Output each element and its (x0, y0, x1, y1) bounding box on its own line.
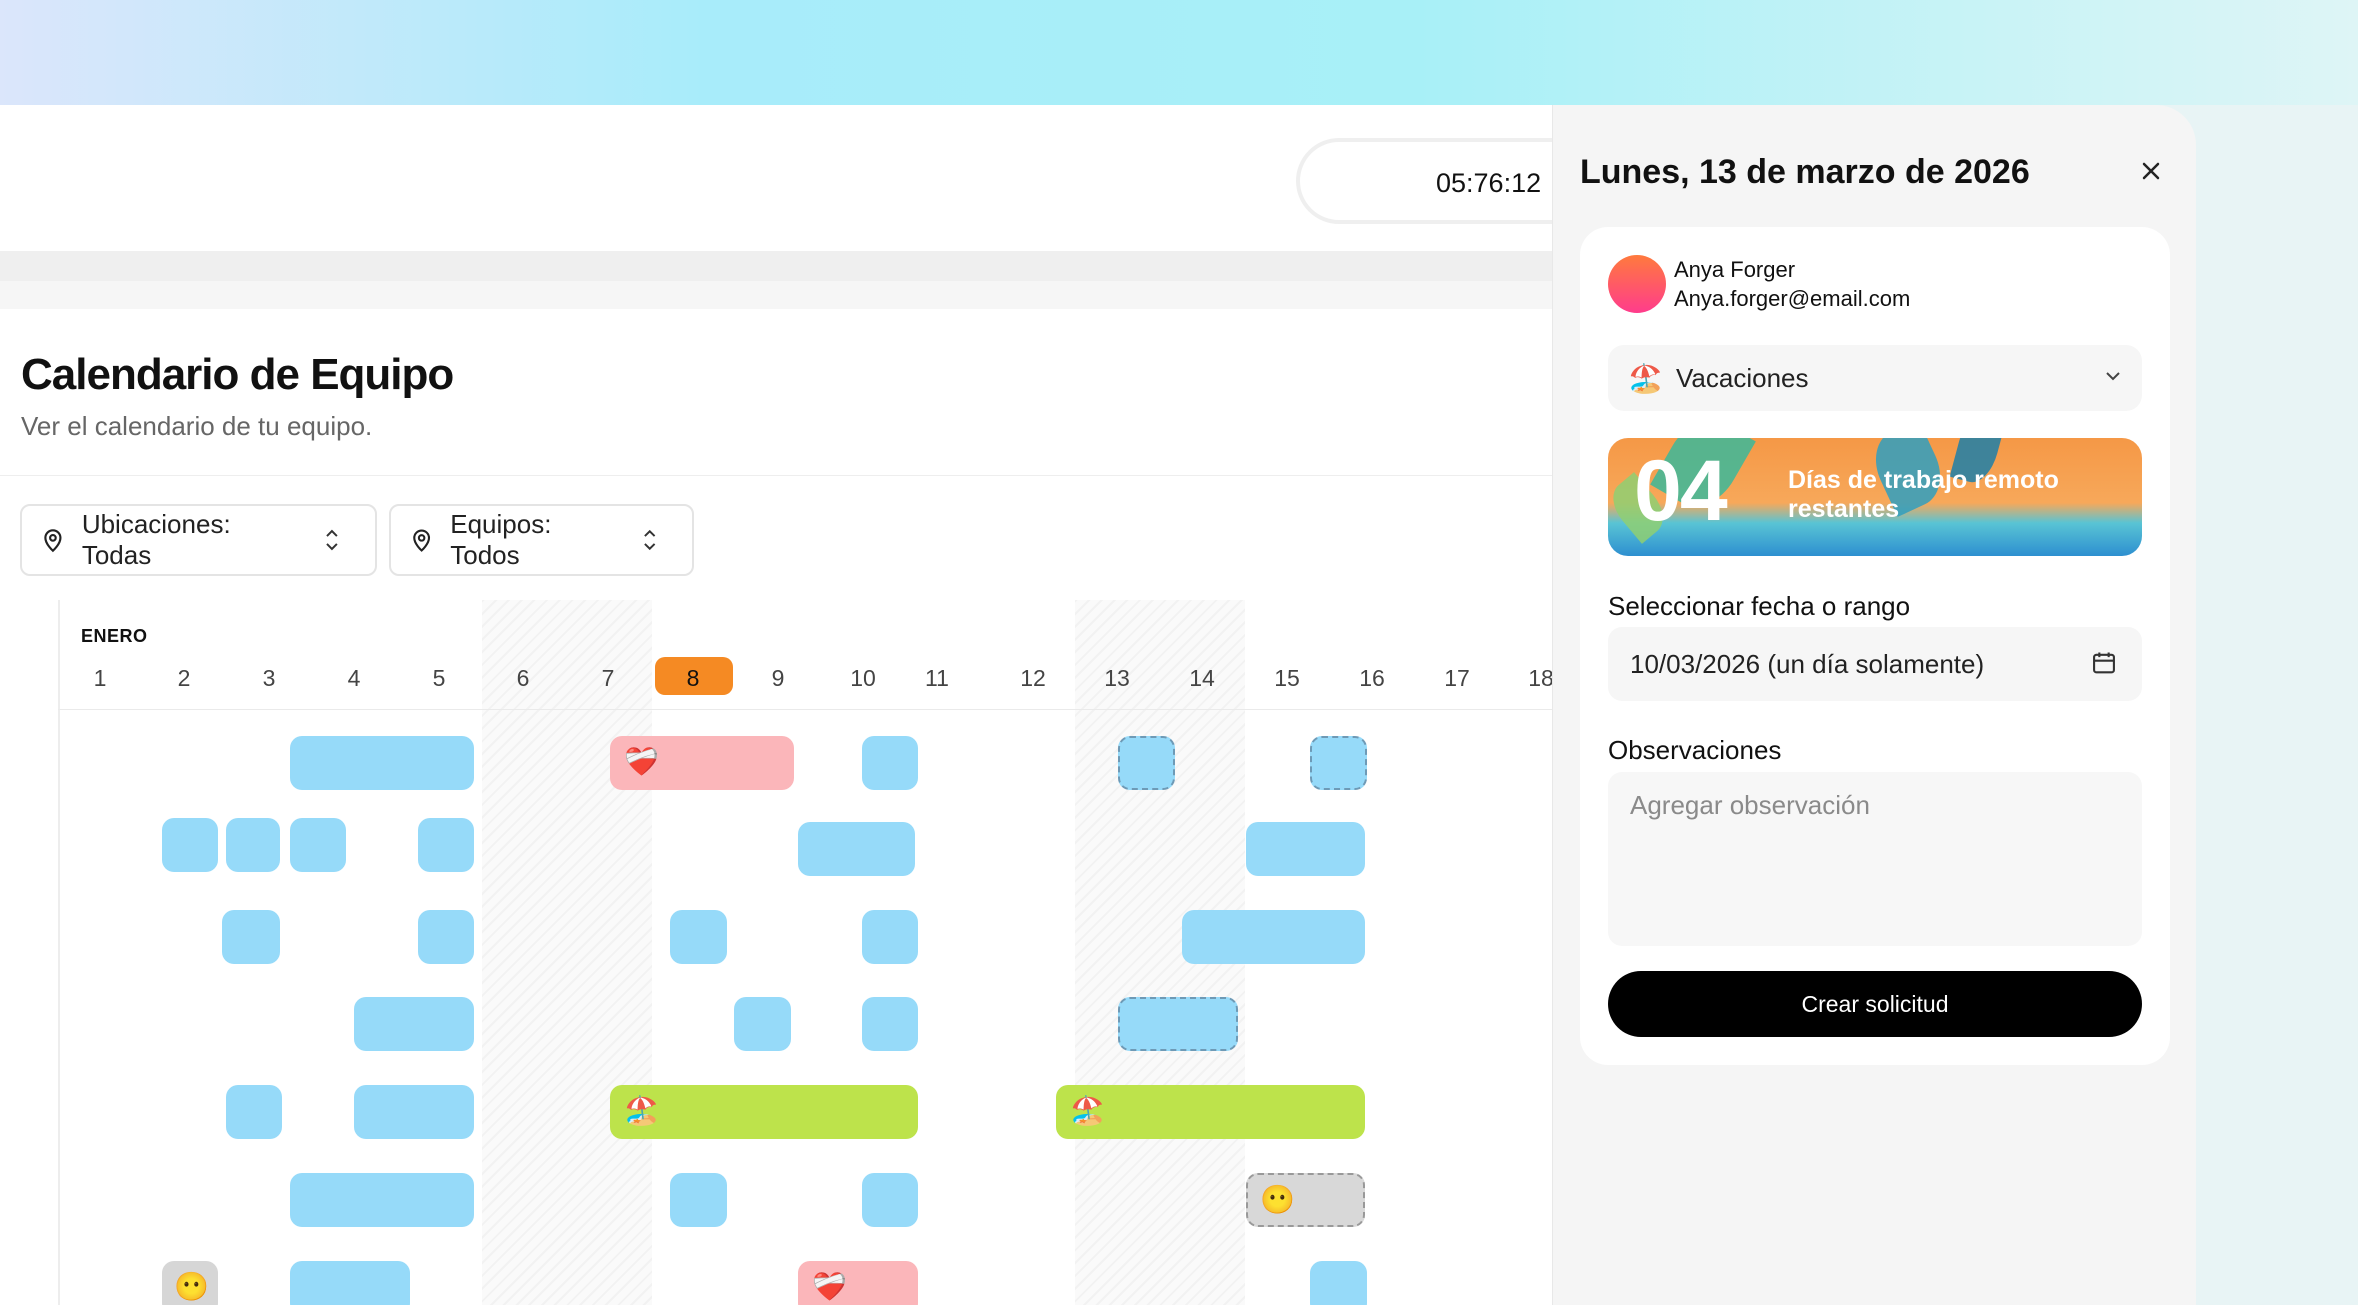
vacation-emoji: 🏖️ (624, 1095, 659, 1126)
absence-type-value: Vacaciones (1676, 363, 1809, 393)
event-remote[interactable] (862, 910, 918, 964)
event-remote[interactable] (862, 1173, 918, 1227)
vacation-emoji: 🏖️ (1070, 1095, 1105, 1126)
day-number: 11 (925, 665, 949, 691)
event-remote[interactable] (290, 1261, 410, 1305)
panel-date-title: Lunes, 13 de marzo de 2026 (1580, 153, 2030, 191)
day-number: 15 (1274, 665, 1300, 691)
chevron-down-icon (2106, 372, 2120, 381)
close-icon[interactable] (2137, 157, 2165, 185)
page-title: Calendario de Equipo (21, 350, 454, 399)
event-remote[interactable] (1310, 1261, 1367, 1305)
teams-filter[interactable]: Equipos: Todos (389, 504, 694, 576)
remote-days-count: 04 (1634, 443, 1728, 539)
event-remote[interactable] (418, 910, 474, 964)
event-sick[interactable]: ❤️‍🩹 (610, 736, 794, 790)
event-remote[interactable] (1246, 822, 1365, 876)
event-other[interactable]: 😶 (1246, 1173, 1365, 1227)
event-remote[interactable] (290, 736, 474, 790)
day-number: 13 (1104, 665, 1130, 691)
event-other[interactable]: 😶 (162, 1261, 218, 1305)
event-remote[interactable] (798, 822, 915, 876)
event-remote[interactable] (354, 1085, 474, 1139)
user-name: Anya Forger (1674, 257, 1796, 282)
locations-filter[interactable]: Ubicaciones: Todas (20, 504, 377, 576)
neutral-emoji: 😶 (1260, 1184, 1295, 1215)
event-remote[interactable] (670, 910, 727, 964)
day-number: 7 (601, 665, 615, 691)
top-bar: 05:76:12 (0, 105, 1552, 251)
day-number: 2 (177, 665, 191, 691)
event-remote[interactable] (290, 818, 346, 872)
avatar (1608, 255, 1666, 313)
user-email: Anya.forger@email.com (1674, 286, 1911, 311)
day-number: 5 (432, 665, 446, 691)
create-request-button[interactable]: Crear solicitud (1608, 971, 2142, 1037)
weekend-shade (482, 600, 652, 1305)
calendar-left-border (58, 600, 60, 1305)
remote-days-banner: 04 Días de trabajo remoto restantes (1608, 438, 2142, 556)
event-remote[interactable] (1182, 910, 1365, 964)
chevron-updown-icon (643, 529, 655, 551)
day-number: 17 (1444, 665, 1470, 691)
day-number: 10 (850, 665, 876, 691)
day-number: 1 (93, 665, 107, 691)
teams-filter-label: Equipos: Todos (450, 509, 552, 570)
day-number: 9 (771, 665, 785, 691)
event-pending[interactable] (1118, 997, 1238, 1051)
date-range-field[interactable]: 10/03/2026 (un día solamente) (1608, 627, 2142, 701)
event-remote[interactable] (226, 1085, 282, 1139)
timer-pill[interactable]: 05:76:12 (1296, 138, 1552, 224)
event-remote[interactable] (862, 736, 918, 790)
page-subtitle: Ver el calendario de tu equipo. (21, 411, 373, 441)
day-number: 4 (347, 665, 361, 691)
event-remote[interactable] (734, 997, 791, 1051)
event-remote[interactable] (162, 818, 218, 872)
divider-band-light (0, 281, 1552, 309)
event-vacation[interactable]: 🏖️ (1056, 1085, 1365, 1139)
event-pending[interactable] (1118, 736, 1175, 790)
day-number-today: 8 (686, 665, 700, 691)
beach-umbrella-icon: 🏖️ (1628, 363, 1663, 394)
notes-label: Observaciones (1608, 735, 1782, 765)
event-pending[interactable] (1310, 736, 1367, 790)
event-remote[interactable] (670, 1173, 727, 1227)
day-number: 3 (262, 665, 276, 691)
day-number: 16 (1359, 665, 1385, 691)
location-pin-icon (44, 529, 62, 553)
locations-filter-label: Ubicaciones: Todas (81, 509, 231, 570)
main-app: 05:76:12 Calendario de Equipo Ver el cal… (0, 105, 1552, 1305)
event-remote[interactable] (290, 1173, 474, 1227)
event-remote[interactable] (354, 997, 474, 1051)
timer-value: 05:76:12 (1436, 168, 1542, 198)
header-row-divider (58, 709, 1552, 710)
absence-type-select[interactable]: 🏖️ Vacaciones (1608, 345, 2142, 411)
chevron-updown-icon (326, 529, 338, 551)
neutral-emoji: 😶 (174, 1271, 209, 1302)
notes-textarea[interactable] (1608, 772, 2142, 946)
date-range-value: 10/03/2026 (un día solamente) (1630, 649, 1985, 679)
location-pin-icon (413, 529, 431, 552)
month-label: ENERO (81, 626, 148, 646)
divider-band (0, 251, 1552, 281)
calendar-icon (2093, 652, 2115, 674)
event-vacation[interactable]: 🏖️ (610, 1085, 918, 1139)
header-divider (0, 475, 1552, 476)
remote-days-label: Días de trabajo remoto restantes (1788, 466, 2059, 523)
sick-emoji: ❤️‍🩹 (624, 746, 659, 777)
day-number: 14 (1189, 665, 1215, 691)
request-side-panel: Lunes, 13 de marzo de 2026 Anya Forger A… (1552, 105, 2196, 1305)
event-remote[interactable] (222, 910, 280, 964)
day-number: 6 (516, 665, 530, 691)
request-form-card: Anya Forger Anya.forger@email.com 🏖️ Vac… (1580, 227, 2170, 1065)
event-remote[interactable] (226, 818, 280, 872)
event-remote[interactable] (862, 997, 918, 1051)
day-number: 12 (1020, 665, 1046, 691)
event-remote[interactable] (418, 818, 474, 872)
sick-emoji: ❤️‍🩹 (812, 1271, 847, 1302)
event-sick[interactable]: ❤️‍🩹 (798, 1261, 918, 1305)
day-number: 18 (1528, 665, 1552, 691)
date-range-label: Seleccionar fecha o rango (1608, 591, 1911, 621)
